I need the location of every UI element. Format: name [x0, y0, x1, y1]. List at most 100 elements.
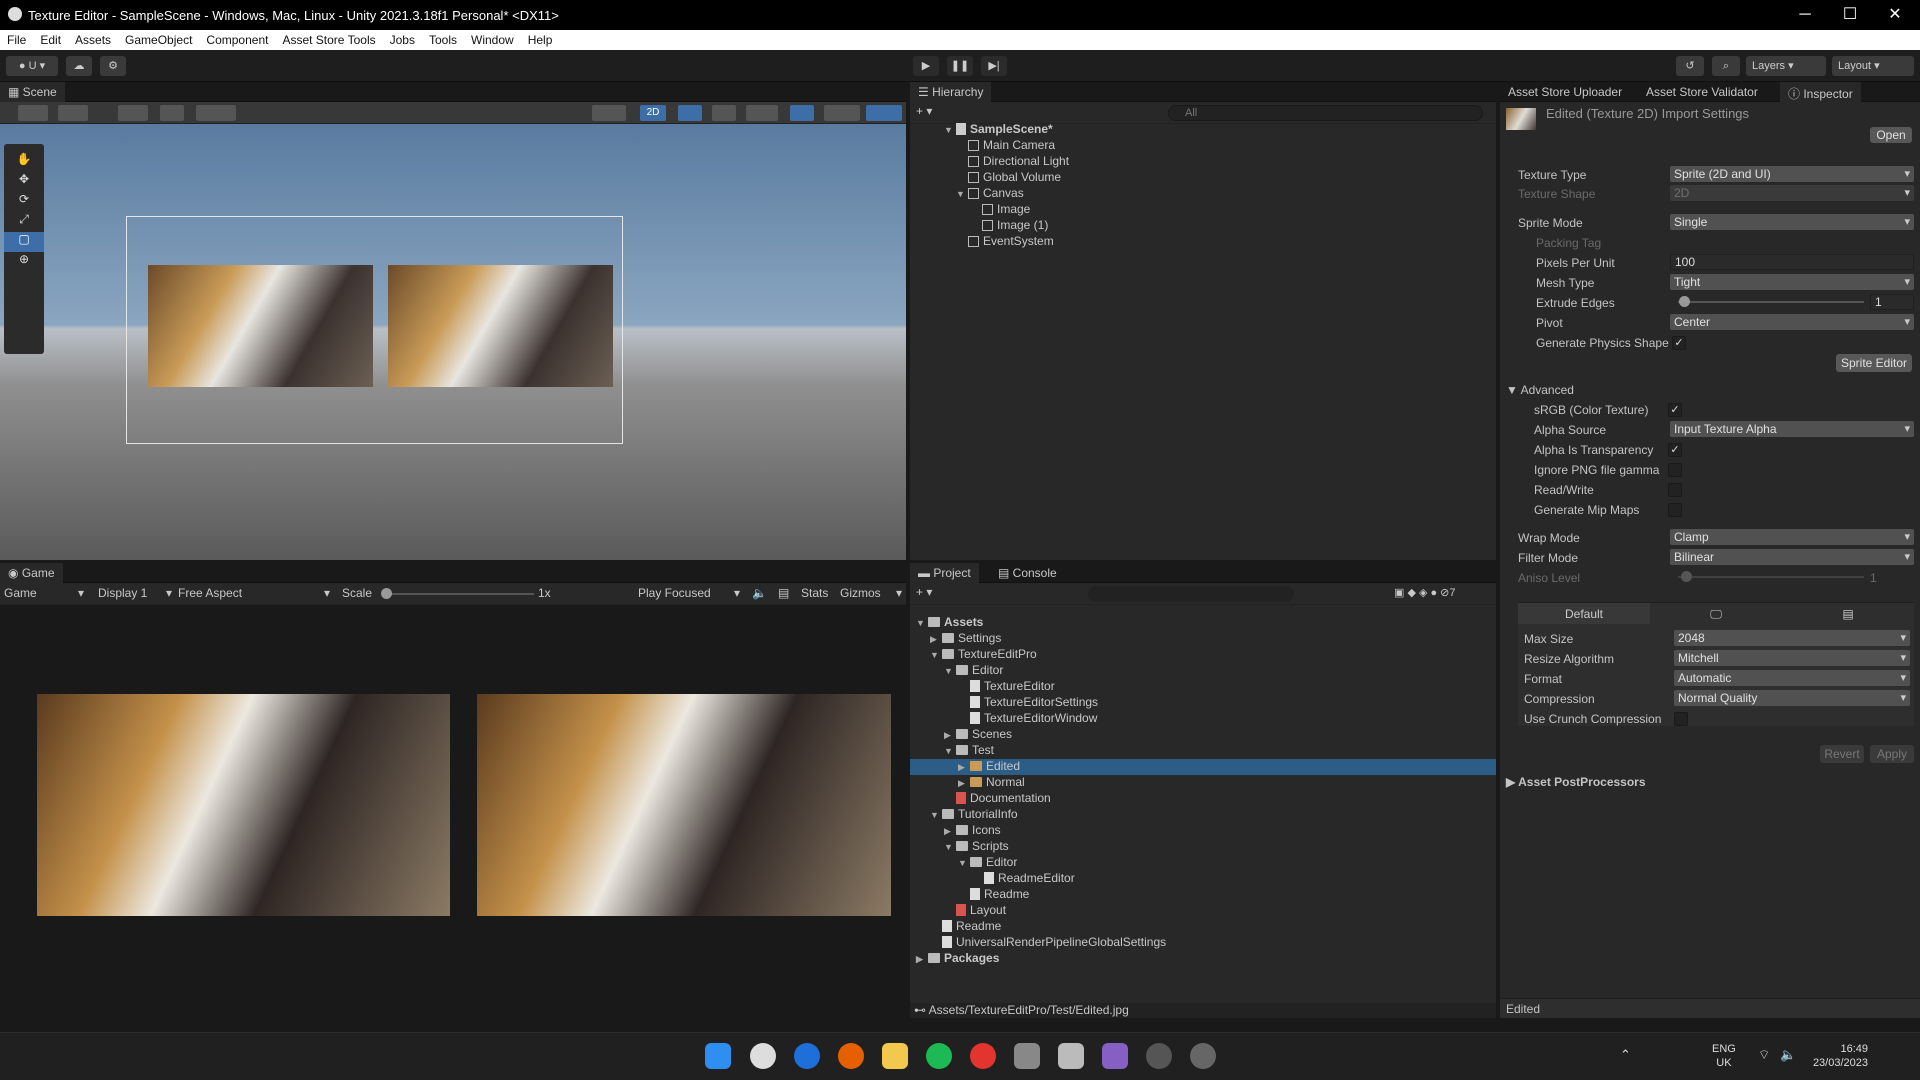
menu-help[interactable]: Help: [521, 30, 560, 47]
game-view-dropdown[interactable]: Game ▾: [4, 586, 88, 602]
hierarchy-item-eventsystem[interactable]: EventSystem: [968, 234, 1054, 250]
expand-arrow-icon[interactable]: ▶: [958, 762, 970, 773]
play-button[interactable]: ▶: [913, 56, 939, 76]
expand-arrow-icon[interactable]: ▶: [930, 634, 942, 645]
project-item-layout-file[interactable]: Layout: [944, 903, 1006, 919]
maximize-button[interactable]: ☐: [1835, 5, 1865, 25]
visual-studio-icon[interactable]: [1102, 1043, 1128, 1069]
advanced-foldout[interactable]: ▼ Advanced: [1506, 383, 1574, 397]
project-item-tutorial-info-folder[interactable]: ▼ TutorialInfo: [930, 807, 1018, 823]
expand-arrow-icon[interactable]: ▶: [958, 778, 970, 789]
compression-dropdown[interactable]: Normal Quality: [1674, 690, 1910, 706]
collab-icon[interactable]: ⚙: [100, 56, 126, 76]
alpha-source-dropdown[interactable]: Input Texture Alpha: [1670, 421, 1914, 437]
asset-postprocessors-foldout[interactable]: ▶ Asset PostProcessors: [1506, 775, 1646, 789]
layout-dropdown[interactable]: Layout ▾: [1832, 56, 1914, 76]
unity-notification-icon[interactable]: [1190, 1043, 1216, 1069]
project-item-test-folder[interactable]: ▼ Test: [944, 743, 994, 759]
project-item-readme-editor-script[interactable]: ReadmeEditor: [972, 871, 1075, 887]
tab-hierarchy[interactable]: ☰ Hierarchy: [910, 82, 992, 102]
rotate-tool-icon[interactable]: ⟳: [4, 192, 44, 212]
unity-icon[interactable]: [1146, 1043, 1172, 1069]
move-tool-icon[interactable]: ✥: [4, 172, 44, 192]
project-item-editor-folder[interactable]: ▼ Editor: [944, 663, 1003, 679]
generate-physics-checkbox[interactable]: ✓: [1672, 336, 1686, 350]
wifi-icon[interactable]: ⌔: [1758, 1047, 1770, 1063]
opossum-image-left[interactable]: [148, 265, 373, 387]
hierarchy-item-canvas[interactable]: ▼ Canvas: [956, 186, 1024, 202]
extrude-slider-thumb[interactable]: [1678, 296, 1690, 307]
hierarchy-item-global-volume[interactable]: Global Volume: [968, 170, 1061, 186]
lighting-toggle-icon[interactable]: [678, 105, 702, 121]
platform-tab-default[interactable]: Default: [1518, 603, 1650, 625]
minimize-button[interactable]: ─: [1790, 5, 1820, 25]
sprite-editor-button[interactable]: Sprite Editor: [1836, 354, 1912, 372]
platform-tab-standalone-icon[interactable]: 🖵: [1650, 603, 1782, 625]
gizmos-dropdown[interactable]: Gizmos ▾: [840, 586, 902, 602]
menu-edit[interactable]: Edit: [33, 30, 68, 47]
filter-icons[interactable]: ▣ ◆ ◈ ● ⊘7: [1394, 586, 1456, 602]
menu-gameobject[interactable]: GameObject: [118, 30, 199, 47]
project-item-edited-texture[interactable]: ▶ Edited: [910, 759, 1496, 775]
opossum-image-right[interactable]: [388, 265, 613, 387]
tab-console[interactable]: ▤ Console: [990, 563, 1065, 583]
transform-tool-icon[interactable]: ⊕: [4, 252, 44, 272]
project-create-button[interactable]: + ▾: [916, 585, 932, 601]
wrap-mode-dropdown[interactable]: Clamp: [1670, 529, 1914, 545]
pause-button[interactable]: ❚❚: [947, 56, 973, 76]
language-indicator[interactable]: ENG UK: [1712, 1042, 1736, 1070]
menu-file[interactable]: File: [0, 30, 33, 47]
project-item-urp-global-settings-asset[interactable]: UniversalRenderPipelineGlobalSettings: [930, 935, 1166, 951]
create-button[interactable]: + ▾: [916, 104, 932, 120]
scale-tool-icon[interactable]: ⤢: [4, 212, 44, 232]
hand-tool-icon[interactable]: ✋: [4, 152, 44, 172]
tab-game[interactable]: ◉ Game: [0, 563, 63, 583]
draw-mode-dropdown[interactable]: [18, 105, 48, 121]
hierarchy-search-input[interactable]: [1168, 105, 1483, 121]
read-write-checkbox[interactable]: [1668, 483, 1682, 497]
menu-assets[interactable]: Assets: [68, 30, 118, 47]
project-item-texture-editor-settings-script[interactable]: TextureEditorSettings: [958, 695, 1098, 711]
shading-dropdown[interactable]: [592, 105, 626, 121]
project-item-assets-folder[interactable]: ▼ Assets: [916, 615, 983, 631]
play-mode-dropdown[interactable]: Play Focused ▾: [638, 586, 742, 602]
ppu-input[interactable]: 100: [1670, 254, 1914, 270]
project-item-texture-editor-script[interactable]: TextureEditor: [958, 679, 1055, 695]
unity-hub-icon[interactable]: [1014, 1043, 1040, 1069]
step-button[interactable]: ▶|: [981, 56, 1007, 76]
menu-jobs[interactable]: Jobs: [383, 30, 422, 47]
render-mode-dropdown[interactable]: [58, 105, 88, 121]
sprite-mode-dropdown[interactable]: Single: [1670, 214, 1914, 230]
rect-tool-icon[interactable]: ▢: [4, 232, 44, 252]
tab-project[interactable]: ▬ Project: [910, 563, 979, 583]
tab-inspector[interactable]: ⓘ Inspector: [1780, 82, 1861, 102]
tab-scene[interactable]: ▦ Scene: [0, 82, 65, 102]
project-item-documentation-file[interactable]: Documentation: [944, 791, 1051, 807]
expand-arrow-icon[interactable]: ▼: [930, 810, 942, 820]
project-item-readme-script[interactable]: Readme: [958, 887, 1029, 903]
platform-tab-webgl-icon[interactable]: ▤: [1782, 603, 1914, 625]
gizmos-scene-dropdown[interactable]: [866, 105, 902, 121]
hierarchy-item-main-camera[interactable]: Main Camera: [968, 138, 1055, 154]
start-icon[interactable]: [705, 1043, 731, 1069]
close-button[interactable]: ✕: [1880, 5, 1910, 25]
expand-arrow-icon[interactable]: ▶: [916, 954, 928, 965]
aspect-dropdown[interactable]: Free Aspect ▾: [178, 586, 334, 602]
apply-button[interactable]: Apply: [1870, 745, 1914, 763]
2d-toggle-button[interactable]: 2D: [640, 105, 666, 121]
preview-bar[interactable]: Edited: [1500, 998, 1920, 1018]
srgb-checkbox[interactable]: ✓: [1668, 403, 1682, 417]
chrome-icon[interactable]: [970, 1043, 996, 1069]
clock[interactable]: 16:49 23/03/2023: [1808, 1042, 1868, 1070]
tab-asset-store-uploader[interactable]: Asset Store Uploader: [1500, 82, 1630, 102]
revert-button[interactable]: Revert: [1820, 745, 1864, 763]
menu-tools[interactable]: Tools: [422, 30, 464, 47]
search-icon[interactable]: ⌕: [1712, 56, 1740, 76]
unity-editor-icon[interactable]: [1058, 1043, 1084, 1069]
ukraine-app-icon[interactable]: [794, 1043, 820, 1069]
expand-arrow-icon[interactable]: ▶: [944, 730, 956, 741]
tray-chevron-icon[interactable]: ⌃: [1620, 1047, 1631, 1063]
project-item-texture-edit-pro-folder[interactable]: ▼ TextureEditPro: [930, 647, 1037, 663]
camera-dropdown[interactable]: [824, 105, 860, 121]
menu-asset-store-tools[interactable]: Asset Store Tools: [275, 30, 382, 47]
